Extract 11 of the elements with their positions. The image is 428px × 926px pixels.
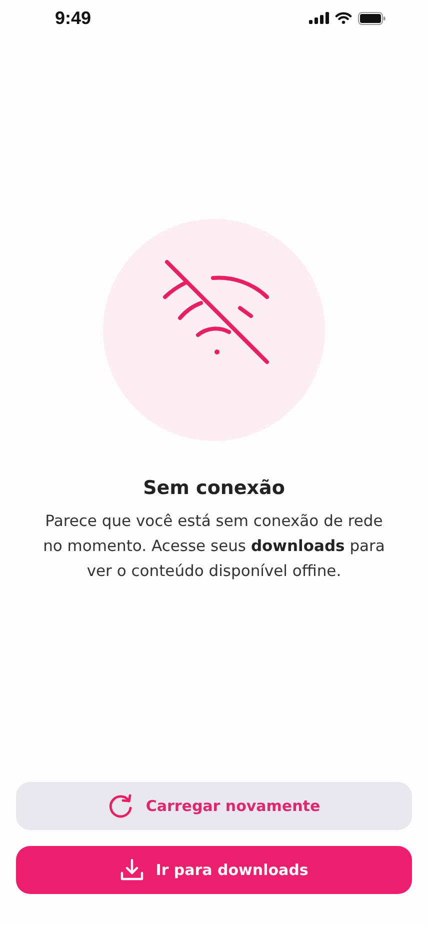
- downloads-button[interactable]: Ir para downloads: [16, 846, 412, 894]
- reload-button[interactable]: Carregar novamente: [16, 782, 412, 830]
- download-icon: [120, 858, 144, 882]
- message-text: Parece que você está sem conexão de rede no momento. Acesse seus downloads para ver o conteúdo disponível offine.: [42, 511, 386, 582]
- wifi-icon: [335, 12, 352, 24]
- message-title: Sem conexão: [143, 477, 285, 499]
- signal-icon: [309, 12, 329, 24]
- battery-icon: [358, 12, 386, 24]
- reload-icon: [108, 793, 134, 819]
- status-time: 9:49: [55, 8, 92, 28]
- no-wifi-icon: [103, 219, 325, 441]
